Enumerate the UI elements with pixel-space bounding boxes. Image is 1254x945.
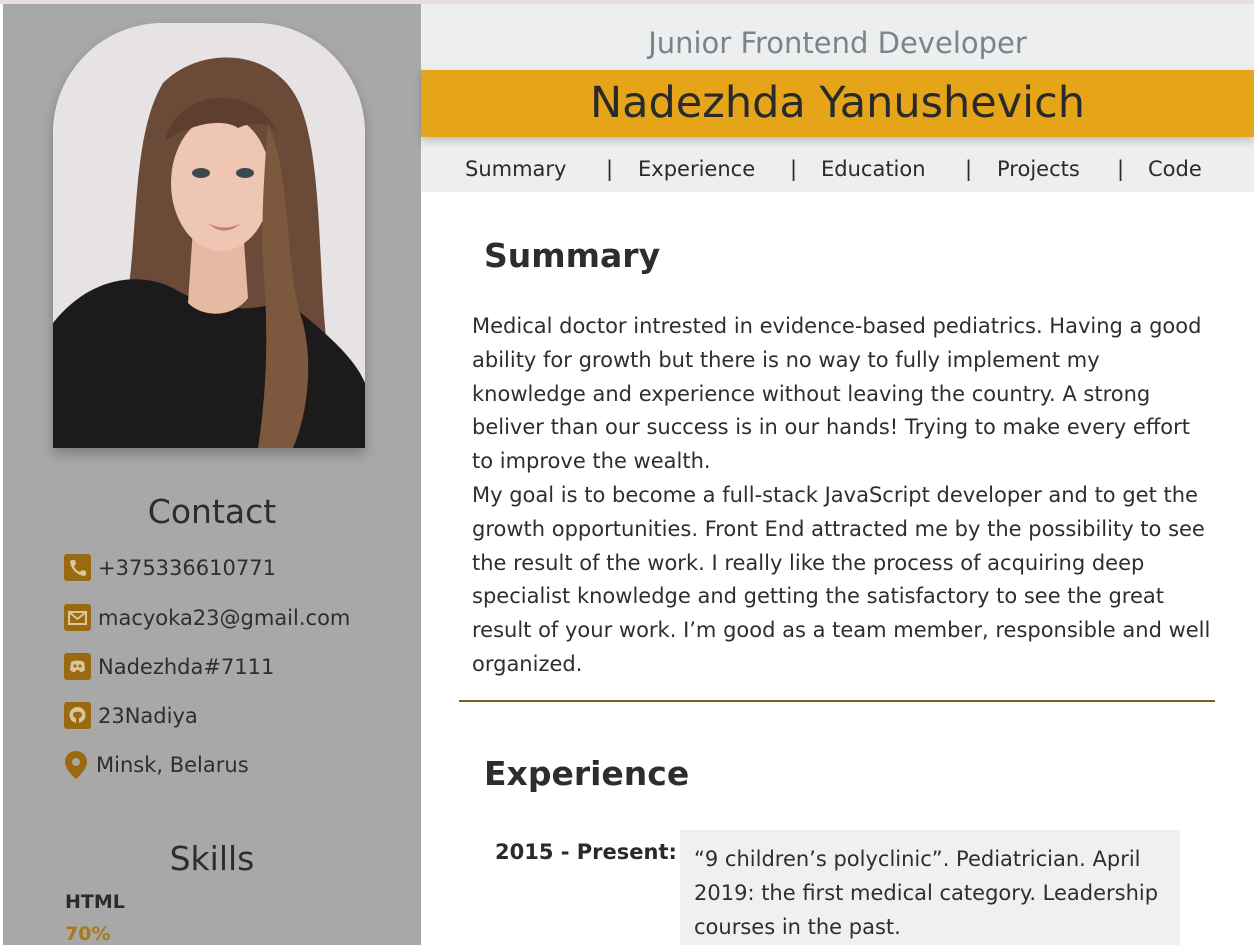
email-text: macyoka23@gmail.com (98, 605, 351, 630)
summary-title: Summary (484, 236, 661, 275)
header: Junior Frontend Developer Nadezhda Yanus… (421, 4, 1254, 192)
profile-photo (53, 23, 365, 448)
nav-link-code[interactable]: Code (1148, 157, 1202, 181)
nav-link-summary[interactable]: Summary (465, 157, 566, 181)
skill-name: HTML (65, 891, 125, 913)
nav-link-education[interactable]: Education (821, 157, 926, 181)
summary-paragraph: Medical doctor intrested in evidence-bas… (472, 314, 1202, 474)
location-pin-icon (64, 750, 88, 779)
person-name: Nadezhda Yanushevich (589, 78, 1085, 128)
section-nav: Summary | Experience | Education | Proje… (421, 157, 1254, 187)
contact-location: Minsk, Belarus (64, 750, 249, 779)
job-title: Junior Frontend Developer (648, 26, 1027, 60)
contact-github[interactable]: 23Nadiya (64, 702, 198, 729)
experience-title: Experience (484, 754, 690, 793)
envelope-icon (64, 604, 91, 631)
contact-title: Contact (147, 492, 277, 531)
name-banner: Nadezhda Yanushevich (421, 70, 1254, 137)
sidebar: Contact +375336610771 macyoka23@gmail.co… (3, 4, 421, 945)
discord-icon (64, 653, 91, 680)
experience-date: 2015 - Present: (495, 840, 677, 864)
section-divider (459, 700, 1215, 702)
contact-discord[interactable]: Nadezhda#7111 (64, 653, 274, 680)
skills-title: Skills (169, 839, 255, 878)
summary-text: Medical doctor intrested in evidence-bas… (472, 310, 1212, 682)
contact-phone[interactable]: +375336610771 (64, 554, 276, 581)
github-text: 23Nadiya (98, 703, 198, 728)
nav-separator: | (965, 157, 973, 181)
nav-link-experience[interactable]: Experience (638, 157, 755, 181)
location-text: Minsk, Belarus (96, 752, 249, 777)
nav-separator: | (606, 157, 614, 181)
contact-email[interactable]: macyoka23@gmail.com (64, 604, 350, 631)
nav-separator: | (790, 157, 798, 181)
experience-description: “9 children’s polyclinic”. Pediatrician.… (680, 830, 1180, 945)
skill-percent: 70% (65, 923, 111, 945)
phone-text: +375336610771 (98, 555, 276, 580)
nav-separator: | (1117, 157, 1125, 181)
summary-paragraph: My goal is to become a full-stack JavaSc… (472, 482, 1211, 676)
nav-link-projects[interactable]: Projects (997, 157, 1080, 181)
phone-icon (64, 554, 91, 581)
discord-text: Nadezhda#7111 (98, 654, 275, 679)
github-icon (64, 702, 91, 729)
